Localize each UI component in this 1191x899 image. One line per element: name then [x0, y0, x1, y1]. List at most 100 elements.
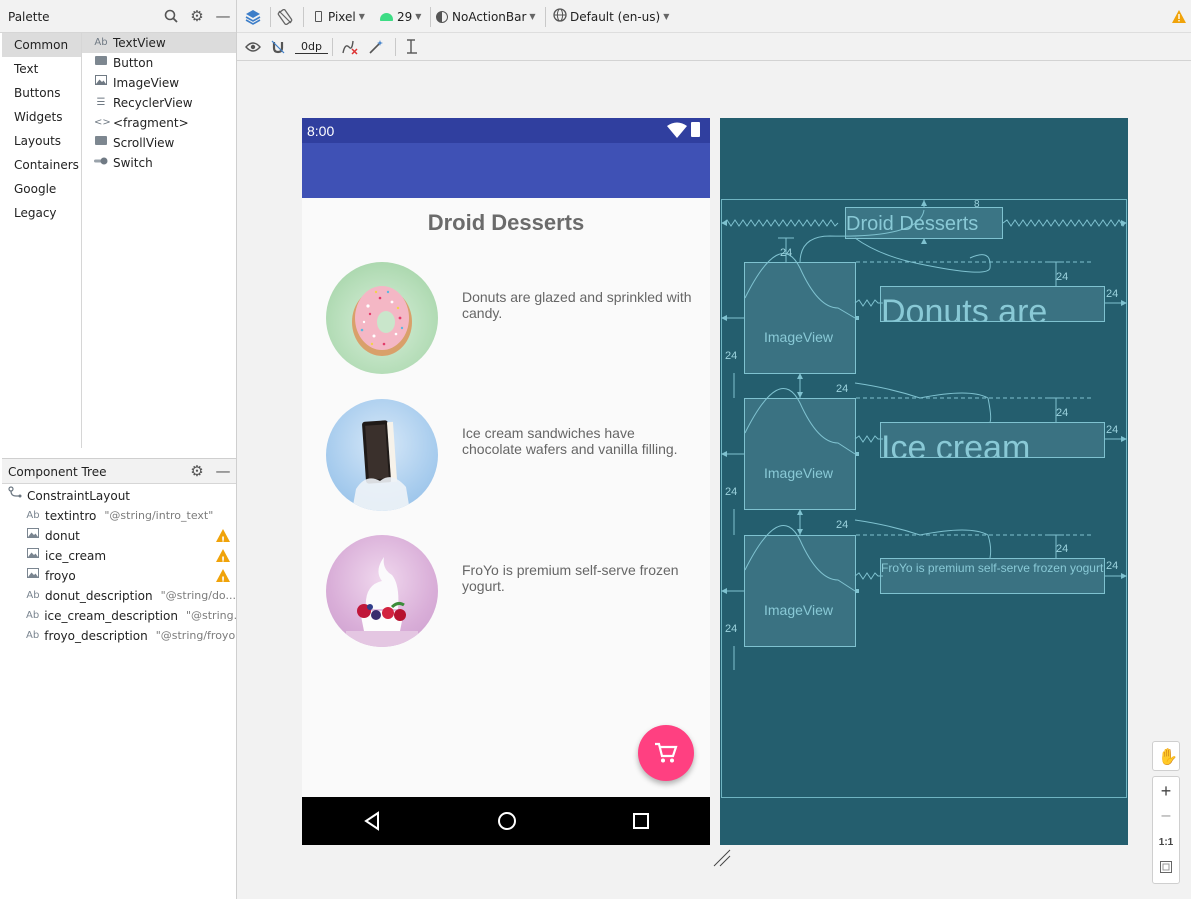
- warning-icon[interactable]: [216, 569, 230, 591]
- tree-row[interactable]: Ab ice_cream_description "@string...: [2, 606, 236, 626]
- blueprint-ice-cream-text[interactable]: Ice cream: [881, 428, 1103, 457]
- infer-constraints-icon[interactable]: [368, 33, 384, 61]
- palette-item-imageview[interactable]: ImageView: [82, 73, 236, 93]
- api-level-label: 29: [397, 9, 413, 24]
- cart-fab[interactable]: [638, 725, 694, 781]
- default-margin-field[interactable]: 0dp: [295, 33, 328, 61]
- margin-label: 24: [725, 486, 738, 498]
- tree-node-name: ice_cream: [45, 549, 107, 563]
- theme-icon: [436, 10, 448, 23]
- device-selector[interactable]: Pixel ▼: [315, 0, 365, 33]
- blueprint-froyo-text[interactable]: FroYo is premium self-serve frozen yogur…: [881, 561, 1104, 575]
- margin-label: 24: [725, 623, 738, 635]
- tree-row[interactable]: Ab donut_description "@string/do...: [2, 586, 236, 606]
- margin-label: 8: [974, 199, 980, 210]
- fit-screen-icon: [1160, 861, 1172, 873]
- blueprint-surface[interactable]: Droid Desserts ImageView ImageView Image…: [720, 118, 1128, 845]
- palette-category-widgets[interactable]: Widgets: [2, 105, 81, 129]
- intro-title[interactable]: Droid Desserts: [302, 210, 710, 236]
- api-level-selector[interactable]: 29 ▼: [380, 0, 421, 33]
- warning-icon[interactable]: [216, 549, 230, 571]
- warning-icon[interactable]: [216, 529, 230, 551]
- design-surface[interactable]: 8:00 Droid Desserts Donuts are glazed an…: [302, 118, 710, 845]
- ice-cream-image[interactable]: [326, 399, 438, 511]
- palette-category-buttons[interactable]: Buttons: [2, 81, 81, 105]
- constraintlayout-icon: [8, 486, 22, 506]
- palette-category-legacy[interactable]: Legacy: [2, 201, 81, 225]
- margin-label: 24: [1056, 543, 1069, 555]
- chevron-down-icon: ▼: [358, 12, 365, 21]
- palette-category-containers[interactable]: Containers: [2, 153, 81, 177]
- warning-icon[interactable]: [1172, 0, 1186, 33]
- eye-icon[interactable]: [245, 33, 261, 61]
- pan-button[interactable]: ✋: [1152, 741, 1180, 771]
- recents-icon[interactable]: [632, 812, 650, 830]
- zoom-in-button[interactable]: +: [1153, 781, 1179, 802]
- palette-item-scrollview[interactable]: ScrollView: [82, 133, 236, 153]
- guidelines-icon[interactable]: [404, 33, 418, 61]
- margin-label: 24: [1056, 271, 1069, 283]
- recyclerview-icon: ☰: [96, 97, 106, 108]
- resize-handle-icon[interactable]: [712, 848, 732, 868]
- textview-icon: Ab: [26, 510, 40, 521]
- minimize-icon[interactable]: —: [214, 462, 232, 480]
- phone-icon: [315, 11, 322, 22]
- palette-item-recyclerview[interactable]: ☰ RecyclerView: [82, 93, 236, 113]
- magnet-icon[interactable]: [271, 33, 285, 61]
- left-panel: Palette ⚙ — Common Text Buttons Widgets …: [0, 0, 237, 899]
- margin-label: 24: [1106, 288, 1119, 300]
- home-icon[interactable]: [497, 811, 517, 831]
- component-tree-header: Component Tree ⚙ —: [2, 458, 236, 484]
- ice-cream-description[interactable]: Ice cream sandwiches have chocolate wafe…: [462, 425, 692, 457]
- imageview-icon: [26, 566, 40, 586]
- blueprint-imageview-label[interactable]: ImageView: [764, 329, 833, 345]
- palette-category-text[interactable]: Text: [2, 57, 81, 81]
- palette-categories: Common Text Buttons Widgets Layouts Cont…: [2, 33, 82, 448]
- textview-icon: Ab: [26, 590, 40, 601]
- palette-category-google[interactable]: Google: [2, 177, 81, 201]
- palette-item-fragment[interactable]: <> <fragment>: [82, 113, 236, 133]
- blueprint-imageview-label[interactable]: ImageView: [764, 602, 833, 618]
- blueprint-title[interactable]: Droid Desserts: [846, 213, 1002, 236]
- tree-node-attr: "@string/froyo": [155, 629, 236, 642]
- zoom-out-button[interactable]: –: [1153, 807, 1179, 825]
- orientation-icon[interactable]: [277, 0, 293, 33]
- tree-row[interactable]: froyo: [2, 566, 236, 591]
- textview-icon: Ab: [26, 610, 40, 621]
- tree-row-root[interactable]: ConstraintLayout: [2, 486, 236, 506]
- wifi-icon: [667, 122, 687, 141]
- minimize-icon[interactable]: —: [214, 7, 232, 25]
- imageview-icon: [94, 73, 108, 93]
- gear-icon[interactable]: ⚙: [188, 462, 206, 480]
- battery-icon: [691, 122, 700, 137]
- switch-icon: [94, 153, 108, 173]
- tree-node-attr: "@string/do...: [160, 589, 236, 602]
- clear-constraints-icon[interactable]: [341, 33, 359, 61]
- gear-icon[interactable]: ⚙: [188, 7, 206, 25]
- tree-row[interactable]: Ab froyo_description "@string/froyo": [2, 626, 236, 646]
- zoom-to-fit-button[interactable]: [1153, 861, 1179, 876]
- palette-category-common[interactable]: Common: [2, 33, 81, 57]
- palette-items: Ab TextView Button ImageView ☰ RecyclerV…: [82, 33, 236, 448]
- donut-image[interactable]: [326, 262, 438, 374]
- palette-category-layouts[interactable]: Layouts: [2, 129, 81, 153]
- layers-icon[interactable]: [244, 0, 262, 33]
- tree-row[interactable]: ice_cream: [2, 546, 236, 571]
- search-icon[interactable]: [162, 7, 180, 25]
- blueprint-donut-text[interactable]: Donuts are: [881, 292, 1103, 321]
- palette-item-textview[interactable]: Ab TextView: [82, 33, 236, 53]
- donut-description[interactable]: Donuts are glazed and sprinkled with can…: [462, 289, 692, 321]
- palette-item-switch[interactable]: Switch: [82, 153, 236, 173]
- froyo-description[interactable]: FroYo is premium self-serve frozen yogur…: [462, 562, 692, 594]
- tree-row[interactable]: donut: [2, 526, 236, 551]
- theme-selector[interactable]: NoActionBar ▼: [436, 0, 536, 33]
- theme-label: NoActionBar: [452, 9, 527, 24]
- tree-node-name: ConstraintLayout: [27, 489, 131, 503]
- froyo-image[interactable]: [326, 535, 438, 647]
- back-icon[interactable]: [363, 811, 381, 831]
- palette-item-button[interactable]: Button: [82, 53, 236, 73]
- zoom-actual-size-button[interactable]: 1:1: [1153, 837, 1179, 848]
- locale-selector[interactable]: Default (en-us) ▼: [553, 0, 669, 33]
- tree-row[interactable]: Ab textintro "@string/intro_text": [2, 506, 236, 526]
- blueprint-imageview-label[interactable]: ImageView: [764, 465, 833, 481]
